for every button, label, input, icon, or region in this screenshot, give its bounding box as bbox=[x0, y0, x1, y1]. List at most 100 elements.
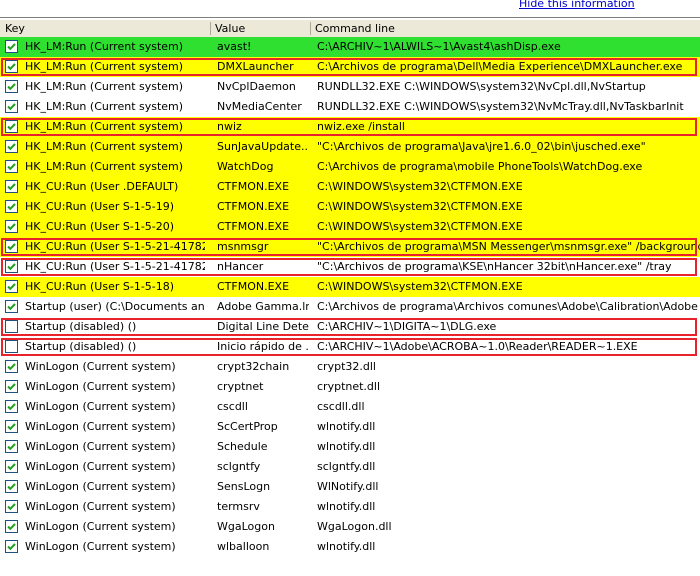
enabled-checkbox[interactable] bbox=[5, 540, 18, 553]
enabled-checkbox[interactable] bbox=[5, 200, 18, 213]
list-item[interactable]: WinLogon (Current system) SensLogn WlNotif… bbox=[0, 477, 700, 497]
enabled-checkbox[interactable] bbox=[5, 140, 18, 153]
checkmark-icon bbox=[7, 163, 16, 171]
entry-name: ScCertProp bbox=[217, 420, 278, 433]
list-item[interactable]: WinLogon (Current system) WgaLogon WgaLogo… bbox=[0, 517, 700, 537]
list-item[interactable]: WinLogon (Current system) cryptnet cryptne… bbox=[0, 377, 700, 397]
checkmark-icon bbox=[7, 203, 16, 211]
entry-location: Startup (user) (C:\Documents and S... bbox=[25, 300, 205, 313]
entry-command-line: C:\Archivos de programa\Dell\Media Exper… bbox=[317, 60, 683, 73]
enabled-checkbox[interactable] bbox=[5, 380, 18, 393]
checkmark-icon bbox=[7, 103, 16, 111]
entry-name: CTFMON.EXE bbox=[217, 200, 290, 213]
column-header: Key Value Command line bbox=[0, 20, 700, 38]
list-item[interactable]: Startup (disabled) () Inicio rápido de ..… bbox=[0, 337, 700, 357]
enabled-checkbox[interactable] bbox=[5, 520, 18, 533]
enabled-checkbox[interactable] bbox=[5, 360, 18, 373]
enabled-checkbox[interactable] bbox=[5, 420, 18, 433]
enabled-checkbox[interactable] bbox=[5, 440, 18, 453]
info-bar: Hide this information bbox=[0, 0, 700, 17]
enabled-checkbox[interactable] bbox=[5, 260, 18, 273]
list-item[interactable]: HK_CU:Run (User S-1-5-21-417824... msnmsg… bbox=[0, 237, 700, 257]
list-item[interactable]: HK_CU:Run (User S-1-5-19) CTFMON.EXE C:\WI… bbox=[0, 197, 700, 217]
entry-name: Adobe Gamma.lnk bbox=[217, 300, 309, 313]
enabled-checkbox[interactable] bbox=[5, 180, 18, 193]
list-item[interactable]: HK_CU:Run (User .DEFAULT) CTFMON.EXE C:\WI… bbox=[0, 177, 700, 197]
list-item[interactable]: Startup (disabled) () Digital Line Detect… bbox=[0, 317, 700, 337]
column-value[interactable]: Value bbox=[215, 22, 245, 35]
list-item[interactable]: WinLogon (Current system) Schedule wlnotif… bbox=[0, 437, 700, 457]
entry-command-line: cscdll.dll bbox=[317, 400, 365, 413]
enabled-checkbox[interactable] bbox=[5, 160, 18, 173]
entry-name: SunJavaUpdate... bbox=[217, 140, 309, 153]
enabled-checkbox[interactable] bbox=[5, 40, 18, 53]
entry-command-line: cryptnet.dll bbox=[317, 380, 381, 393]
list-item[interactable]: HK_CU:Run (User S-1-5-21-417824... nHance… bbox=[0, 257, 700, 277]
entry-name: Digital Line Detect bbox=[217, 320, 309, 333]
entry-location: WinLogon (Current system) bbox=[25, 360, 176, 373]
entry-name: NvMediaCenter bbox=[217, 100, 302, 113]
hide-info-link[interactable]: Hide this information bbox=[519, 0, 635, 10]
enabled-checkbox[interactable] bbox=[5, 280, 18, 293]
enabled-checkbox[interactable] bbox=[5, 100, 18, 113]
list-item[interactable]: HK_LM:Run (Current system) SunJavaUpdate.… bbox=[0, 137, 700, 157]
entry-location: HK_LM:Run (Current system) bbox=[25, 100, 184, 113]
entry-location: HK_LM:Run (Current system) bbox=[25, 160, 184, 173]
startup-entries-list: HK_LM:Run (Current system) avast! C:\ARCHI… bbox=[0, 37, 700, 557]
enabled-checkbox[interactable] bbox=[5, 120, 18, 133]
enabled-checkbox[interactable] bbox=[5, 460, 18, 473]
entry-location: HK_CU:Run (User .DEFAULT) bbox=[25, 180, 179, 193]
list-item[interactable]: Startup (user) (C:\Documents and S... Ado… bbox=[0, 297, 700, 317]
list-item[interactable]: WinLogon (Current system) wlballoon wlnoti… bbox=[0, 537, 700, 557]
list-item[interactable]: HK_LM:Run (Current system) NvMediaCenter R… bbox=[0, 97, 700, 117]
enabled-checkbox[interactable] bbox=[5, 220, 18, 233]
entry-location: HK_CU:Run (User S-1-5-21-417824... bbox=[25, 240, 205, 253]
list-item[interactable]: WinLogon (Current system) termsrv wlnotify… bbox=[0, 497, 700, 517]
list-item[interactable]: WinLogon (Current system) crypt32chain cry… bbox=[0, 357, 700, 377]
list-item[interactable]: HK_LM:Run (Current system) DMXLauncher C:\… bbox=[0, 57, 700, 77]
column-resize-handle[interactable] bbox=[310, 22, 311, 35]
entry-command-line: C:\WINDOWS\system32\CTFMON.EXE bbox=[317, 200, 523, 213]
entry-command-line: WgaLogon.dll bbox=[317, 520, 392, 533]
list-item[interactable]: HK_LM:Run (Current system) NvCplDaemon RUN… bbox=[0, 77, 700, 97]
entry-name: Inicio rápido de ... bbox=[217, 340, 309, 353]
enabled-checkbox[interactable] bbox=[5, 400, 18, 413]
column-command-line[interactable]: Command line bbox=[315, 22, 395, 35]
entry-name: CTFMON.EXE bbox=[217, 220, 290, 233]
checkmark-icon bbox=[7, 443, 16, 451]
checkmark-icon bbox=[7, 483, 16, 491]
entry-command-line: wlnotify.dll bbox=[317, 420, 376, 433]
column-key[interactable]: Key bbox=[5, 22, 25, 35]
enabled-checkbox[interactable] bbox=[5, 500, 18, 513]
entry-location: HK_CU:Run (User S-1-5-19) bbox=[25, 200, 175, 213]
entry-command-line: C:\Archivos de programa\Archivos comunes… bbox=[317, 300, 700, 313]
list-item[interactable]: HK_CU:Run (User S-1-5-20) CTFMON.EXE C:\WI… bbox=[0, 217, 700, 237]
column-resize-handle[interactable] bbox=[210, 22, 211, 35]
entry-location: WinLogon (Current system) bbox=[25, 400, 176, 413]
list-item[interactable]: WinLogon (Current system) sclgntfy sclgntf… bbox=[0, 457, 700, 477]
entry-command-line: wlnotify.dll bbox=[317, 540, 376, 553]
disabled-checkbox[interactable] bbox=[5, 340, 18, 353]
list-item[interactable]: HK_LM:Run (Current system) nwiz nwiz.exe /… bbox=[0, 117, 700, 137]
enabled-checkbox[interactable] bbox=[5, 300, 18, 313]
entry-location: WinLogon (Current system) bbox=[25, 500, 176, 513]
entry-name: WgaLogon bbox=[217, 520, 275, 533]
entry-command-line: "C:\Archivos de programa\MSN Messenger\m… bbox=[317, 240, 700, 253]
entry-location: WinLogon (Current system) bbox=[25, 440, 176, 453]
disabled-checkbox[interactable] bbox=[5, 320, 18, 333]
list-item[interactable]: WinLogon (Current system) ScCertProp wlnot… bbox=[0, 417, 700, 437]
entry-name: NvCplDaemon bbox=[217, 80, 296, 93]
list-item[interactable]: HK_LM:Run (Current system) avast! C:\ARCHI… bbox=[0, 37, 700, 57]
enabled-checkbox[interactable] bbox=[5, 60, 18, 73]
list-item[interactable]: HK_LM:Run (Current system) WatchDog C:\Arc… bbox=[0, 157, 700, 177]
entry-name: cryptnet bbox=[217, 380, 264, 393]
enabled-checkbox[interactable] bbox=[5, 80, 18, 93]
list-item[interactable]: WinLogon (Current system) cscdll cscdll.dl… bbox=[0, 397, 700, 417]
entry-command-line: nwiz.exe /install bbox=[317, 120, 405, 133]
checkmark-icon bbox=[7, 43, 16, 51]
entry-name: Schedule bbox=[217, 440, 268, 453]
enabled-checkbox[interactable] bbox=[5, 240, 18, 253]
enabled-checkbox[interactable] bbox=[5, 480, 18, 493]
list-item[interactable]: HK_CU:Run (User S-1-5-18) CTFMON.EXE C:\WI… bbox=[0, 277, 700, 297]
checkmark-icon bbox=[7, 303, 16, 311]
